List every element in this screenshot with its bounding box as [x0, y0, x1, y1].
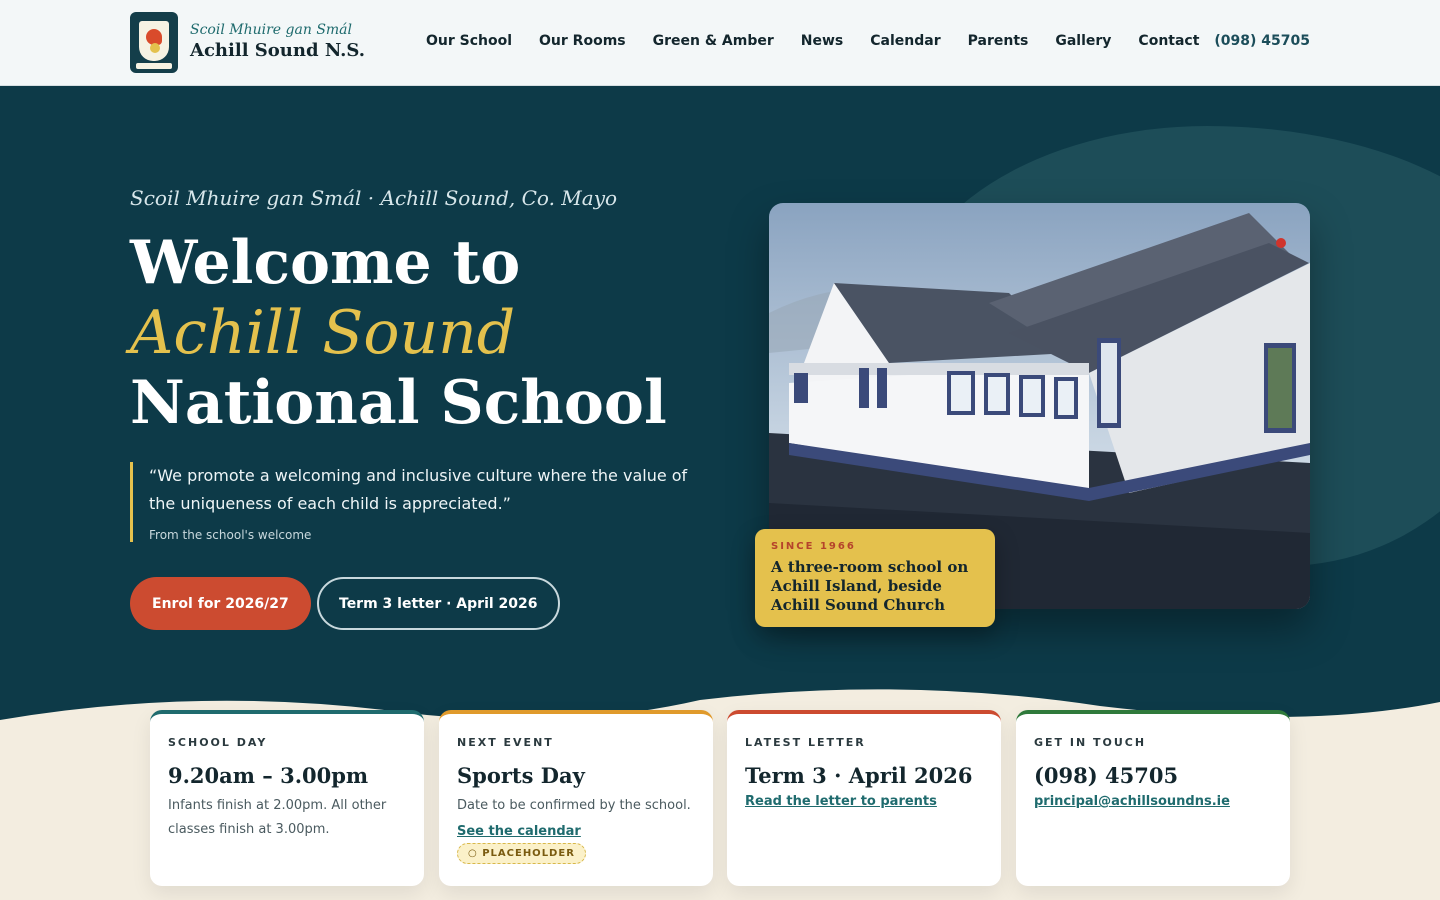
card-label: SCHOOL DAY	[168, 736, 268, 749]
brand-subtitle[interactable]: Scoil Mhuire gan Smál	[190, 22, 352, 38]
nav-green-amber[interactable]: Green & Amber	[653, 33, 774, 49]
card-description: Date to be confirmed by the school.	[457, 798, 691, 813]
nav-our-school[interactable]: Our School	[426, 33, 512, 49]
hero-headline: Welcome to Achill Sound National School	[130, 228, 710, 438]
school-day-card: SCHOOL DAY 9.20am – 3.00pm Infants finis…	[150, 710, 424, 886]
see-calendar-link[interactable]: See the calendar	[457, 824, 581, 839]
main-nav: Our School Our Rooms Green & Amber News …	[426, 33, 1199, 49]
get-in-touch-card: GET IN TOUCH (098) 45705 principal@achil…	[1016, 710, 1290, 886]
crest-shield-icon	[139, 21, 169, 61]
read-letter-link[interactable]: Read the letter to parents	[745, 794, 937, 809]
card-label: GET IN TOUCH	[1034, 736, 1147, 749]
nav-parents[interactable]: Parents	[968, 33, 1029, 49]
since-badge: SINCE 1966 A three-room school on Achill…	[755, 529, 995, 627]
school-crest-logo[interactable]	[130, 12, 178, 73]
card-label: NEXT EVENT	[457, 736, 554, 749]
enrol-button[interactable]: Enrol for 2026/27	[130, 577, 311, 630]
placeholder-tag: ○ PLACEHOLDER	[457, 843, 586, 864]
nav-news[interactable]: News	[801, 33, 843, 49]
latest-letter-card: LATEST LETTER Term 3 · April 2026 Read t…	[727, 710, 1001, 886]
site-header: Scoil Mhuire gan Smál Achill Sound N.S. …	[0, 0, 1440, 86]
headline-text-2: National School	[130, 368, 667, 438]
card-title[interactable]: (098) 45705	[1034, 763, 1272, 788]
brand-title[interactable]: Achill Sound N.S.	[190, 40, 365, 61]
card-title: 9.20am – 3.00pm	[168, 763, 369, 788]
nav-our-rooms[interactable]: Our Rooms	[539, 33, 626, 49]
card-title: Sports Day	[457, 763, 585, 788]
card-title: Term 3 · April 2026	[745, 763, 973, 788]
nav-calendar[interactable]: Calendar	[870, 33, 940, 49]
nav-contact[interactable]: Contact	[1138, 33, 1199, 49]
email-link[interactable]: principal@achillsoundns.ie	[1034, 794, 1230, 809]
crest-ribbon-icon	[136, 63, 172, 69]
headline-highlight: Achill Sound	[130, 298, 516, 368]
hero-eyebrow: Scoil Mhuire gan Smál · Achill Sound, Co…	[130, 186, 618, 210]
next-event-card: NEXT EVENT Sports Day Date to be confirm…	[439, 710, 713, 886]
headline-text-1: Welcome to	[130, 228, 521, 298]
welcome-quote: “We promote a welcoming and inclusive cu…	[130, 462, 710, 542]
header-phone-link[interactable]: (098) 45705	[1214, 33, 1310, 49]
term-letter-button[interactable]: Term 3 letter · April 2026	[317, 577, 560, 630]
quote-text: “We promote a welcoming and inclusive cu…	[149, 466, 688, 513]
nav-gallery[interactable]: Gallery	[1055, 33, 1111, 49]
card-description: Infants finish at 2.00pm. All other clas…	[168, 798, 387, 837]
badge-text: A three-room school on Achill Island, be…	[771, 558, 969, 614]
card-label: LATEST LETTER	[745, 736, 866, 749]
badge-since: SINCE 1966	[771, 541, 856, 552]
quote-source: From the school's welcome	[149, 528, 312, 542]
hero-section: Scoil Mhuire gan Smál · Achill Sound, Co…	[0, 86, 1440, 900]
